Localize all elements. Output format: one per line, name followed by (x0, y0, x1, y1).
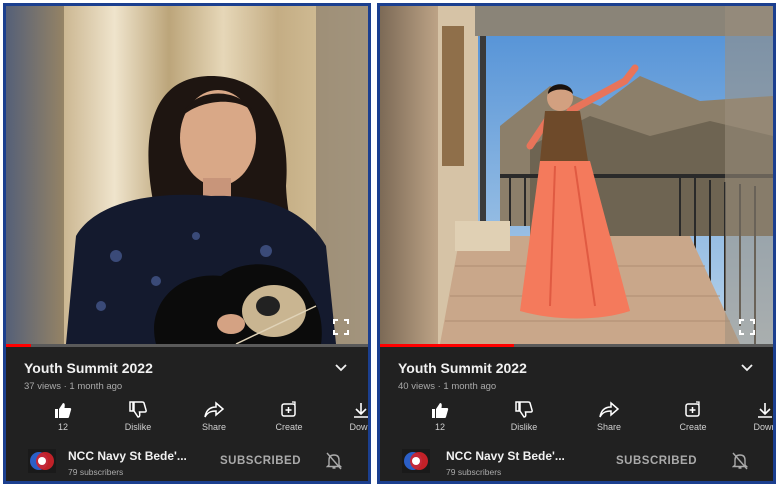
fullscreen-icon[interactable] (738, 318, 756, 336)
subscriber-count: 79 subscribers (446, 467, 502, 477)
thumbs-down-icon (515, 401, 533, 418)
create-button[interactable]: Create (264, 401, 314, 432)
download-button[interactable]: Down (336, 401, 371, 432)
create-label: Create (679, 422, 707, 432)
video-panel-left: Youth Summit 2022 37 views · 1 month ago… (3, 3, 371, 484)
channel-name[interactable]: NCC Navy St Bede'... (68, 449, 187, 463)
video-frame-guitar (6, 6, 368, 344)
channel-row: NCC Navy St Bede'... 79 subscribers SUBS… (6, 439, 368, 481)
create-icon (281, 401, 296, 417)
channel-avatar[interactable] (28, 449, 56, 473)
view-count: 37 views · 1 month ago (24, 381, 123, 392)
video-panel-right: Youth Summit 2022 40 views · 1 month ago… (377, 3, 776, 484)
share-label: Share (596, 422, 622, 432)
notification-bell-icon[interactable] (732, 452, 748, 470)
video-frame-dance (380, 6, 773, 344)
subscribed-button[interactable]: SUBSCRIBED (220, 455, 301, 467)
share-button[interactable]: Share (584, 401, 634, 432)
share-icon (204, 401, 225, 418)
video-title[interactable]: Youth Summit 2022 (398, 360, 527, 376)
video-player[interactable] (380, 6, 773, 344)
channel-avatar[interactable] (402, 449, 430, 473)
chevron-down-icon[interactable] (334, 363, 348, 373)
video-title[interactable]: Youth Summit 2022 (24, 360, 153, 376)
channel-name[interactable]: NCC Navy St Bede'... (446, 449, 565, 463)
like-count: 12 (57, 422, 68, 432)
subscribed-button[interactable]: SUBSCRIBED (616, 455, 697, 467)
dislike-button[interactable]: Dislike (113, 401, 163, 432)
download-label: Down (349, 422, 371, 432)
share-icon (599, 401, 620, 418)
channel-row: NCC Navy St Bede'... 79 subscribers SUBS… (380, 439, 773, 481)
create-button[interactable]: Create (668, 401, 718, 432)
fullscreen-icon[interactable] (332, 318, 350, 336)
dislike-label: Dislike (124, 422, 152, 432)
dislike-label: Dislike (510, 422, 538, 432)
notification-bell-icon[interactable] (326, 452, 342, 470)
action-bar: 12 Dislike Share Create Down (380, 401, 773, 437)
video-player[interactable] (6, 6, 368, 344)
action-bar: 12 Dislike Share Create Down (6, 401, 368, 437)
share-label: Share (201, 422, 227, 432)
download-label: Down (753, 422, 776, 432)
thumbs-down-icon (129, 401, 147, 418)
thumbs-up-icon (432, 403, 449, 418)
thumbs-up-icon (55, 403, 72, 418)
video-metadata: Youth Summit 2022 40 views · 1 month ago… (380, 347, 773, 481)
like-button[interactable]: 12 (415, 401, 465, 432)
create-label: Create (275, 422, 303, 432)
subscriber-count: 79 subscribers (68, 467, 124, 477)
chevron-down-icon[interactable] (740, 363, 754, 373)
create-icon (685, 401, 700, 417)
download-button[interactable]: Down (740, 401, 776, 432)
like-count: 12 (434, 422, 445, 432)
dislike-button[interactable]: Dislike (499, 401, 549, 432)
video-metadata: Youth Summit 2022 37 views · 1 month ago… (6, 347, 368, 481)
like-button[interactable]: 12 (38, 401, 88, 432)
view-count: 40 views · 1 month ago (398, 381, 497, 392)
download-icon (758, 403, 772, 418)
share-button[interactable]: Share (189, 401, 239, 432)
download-icon (354, 403, 368, 418)
